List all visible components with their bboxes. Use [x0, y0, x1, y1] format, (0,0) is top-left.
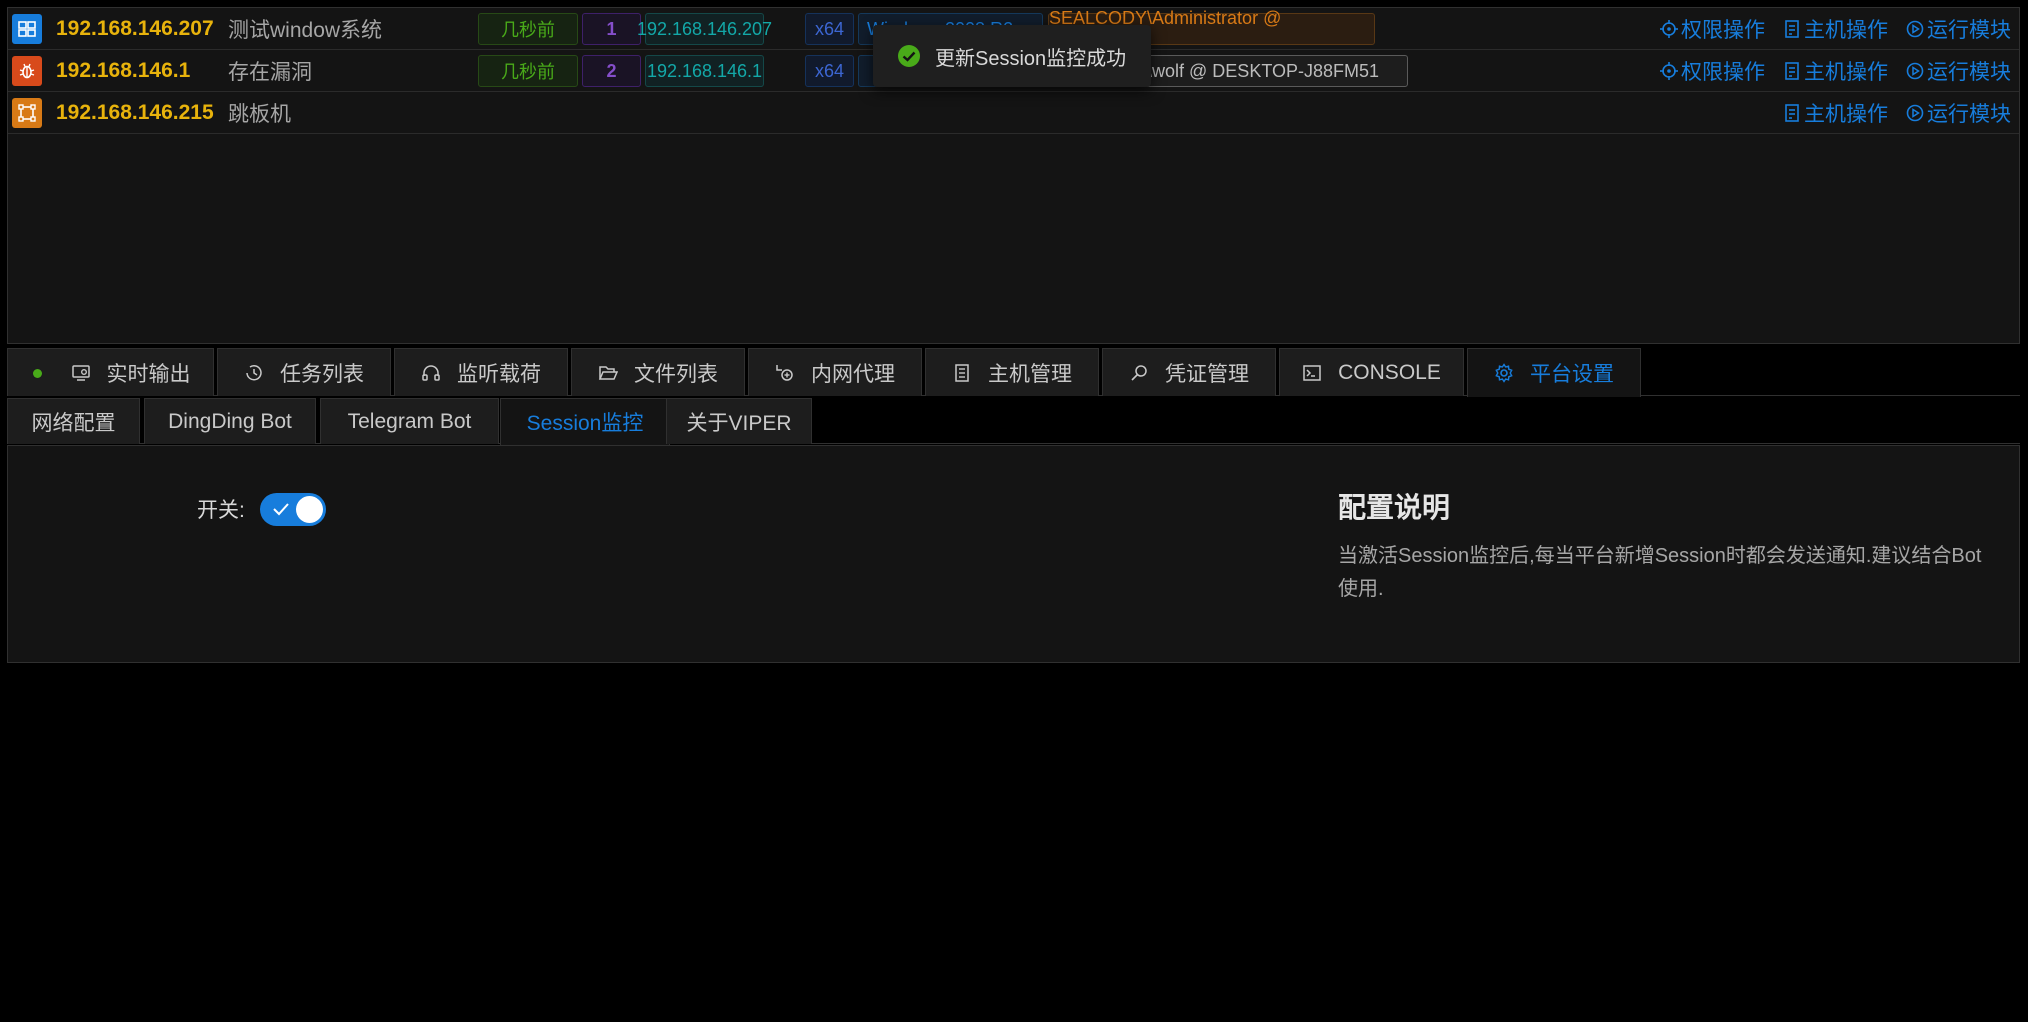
action-label: 权限操作 — [1681, 60, 1765, 84]
success-check-icon — [898, 45, 920, 67]
host-actions: 权限操作 主机操作 运行模块 — [1660, 14, 2011, 44]
run-module-button[interactable]: 运行模块 — [1906, 98, 2011, 128]
play-circle-icon — [1906, 20, 1924, 37]
host-action-button[interactable]: 主机操作 — [1783, 56, 1888, 86]
live-status-dot — [33, 369, 42, 378]
tab-host-management[interactable]: 主机管理 — [925, 348, 1099, 396]
session-monitor-panel: 开关: 配置说明 当激活Session监控后,每当平台新增Session时都会发… — [7, 445, 2020, 663]
bug-icon — [12, 56, 42, 86]
host-ip[interactable]: 192.168.146.215 — [56, 101, 214, 125]
play-circle-icon — [1906, 62, 1924, 79]
main-tabs: 实时输出 任务列表 监听载荷 文件列表 内网代理 主机管理 凭证管理 CONSO… — [7, 348, 2020, 397]
session-time-tag: 几秒前 — [478, 13, 578, 45]
tab-label: 平台设置 — [1530, 363, 1614, 386]
action-label: 主机操作 — [1804, 102, 1888, 126]
arch-tag: x64 — [805, 55, 854, 87]
tab-label: 监听载荷 — [457, 362, 541, 386]
subtab-about-viper[interactable]: 关于VIPER — [666, 398, 812, 444]
tab-label: 实时输出 — [106, 362, 191, 386]
gateway-icon — [12, 98, 42, 128]
toast-message: 更新Session监控成功 — [873, 25, 1151, 87]
subtab-network-config[interactable]: 网络配置 — [7, 398, 140, 444]
action-label: 主机操作 — [1804, 18, 1888, 42]
subtab-session-monitor[interactable]: Session监控 — [500, 398, 670, 445]
terminal-icon — [1303, 364, 1321, 381]
session-ip-tag: 192.168.146.1 — [645, 55, 764, 87]
history-icon — [246, 364, 262, 380]
switch-knob — [296, 496, 323, 523]
server-icon — [1785, 103, 1799, 122]
session-count-tag: 1 — [582, 13, 641, 45]
host-comment: 跳板机 — [228, 102, 291, 126]
tab-file-list[interactable]: 文件列表 — [571, 348, 745, 396]
tab-credential-management[interactable]: 凭证管理 — [1102, 348, 1276, 396]
crosshair-icon — [1660, 19, 1678, 38]
host-ip[interactable]: 192.168.146.1 — [56, 59, 190, 83]
host-comment: 存在漏洞 — [228, 60, 312, 84]
privilege-action-button[interactable]: 权限操作 — [1660, 56, 1765, 86]
action-label: 运行模块 — [1927, 102, 2011, 126]
host-actions: 权限操作 主机操作 运行模块 — [1660, 56, 2011, 86]
host-action-button[interactable]: 主机操作 — [1783, 98, 1888, 128]
tab-label: 任务列表 — [280, 362, 364, 386]
user-tag: 51\wolf @ DESKTOP-J88FM51 — [1120, 55, 1408, 87]
config-description-text: 当激活Session监控后,每当平台新增Session时都会发送通知.建议结合B… — [1338, 545, 1982, 600]
host-row[interactable]: 192.168.146.215 跳板机 主机操作 运行模块 — [8, 92, 2019, 134]
tab-label: CONSOLE — [1338, 360, 1441, 384]
host-actions: 主机操作 运行模块 — [1783, 98, 2011, 128]
arch-tag: x64 — [805, 13, 854, 45]
folder-open-icon — [598, 365, 618, 380]
switch-label: 开关: — [197, 499, 245, 522]
session-ip-tag: 192.168.146.207 — [637, 13, 772, 45]
session-time-tag: 几秒前 — [478, 55, 578, 87]
action-label: 运行模块 — [1927, 60, 2011, 84]
app-frame: 192.168.146.207 测试window系统 几秒前 1 192.168… — [0, 0, 2028, 1022]
session-count-tag: 2 — [582, 55, 641, 87]
action-label: 权限操作 — [1681, 18, 1765, 42]
privilege-action-button[interactable]: 权限操作 — [1660, 14, 1765, 44]
proxy-icon — [776, 364, 793, 381]
windows-icon — [12, 14, 42, 44]
run-module-button[interactable]: 运行模块 — [1906, 56, 2011, 86]
run-module-button[interactable]: 运行模块 — [1906, 14, 2011, 44]
server-icon — [1785, 19, 1799, 38]
toast-text: 更新Session监控成功 — [935, 47, 1127, 70]
session-monitor-switch[interactable] — [260, 493, 326, 526]
host-ip[interactable]: 192.168.146.207 — [56, 17, 214, 41]
tab-label: 凭证管理 — [1165, 362, 1249, 386]
play-circle-icon — [1906, 104, 1924, 121]
tab-label: 内网代理 — [811, 362, 895, 386]
tab-label: 文件列表 — [634, 362, 718, 386]
tab-realtime-output[interactable]: 实时输出 — [7, 348, 214, 396]
subtab-telegram-bot[interactable]: Telegram Bot — [320, 398, 499, 444]
subtab-dingding-bot[interactable]: DingDing Bot — [144, 398, 316, 444]
tab-task-list[interactable]: 任务列表 — [217, 348, 391, 396]
headphones-icon — [422, 364, 440, 381]
tab-listeners[interactable]: 监听载荷 — [394, 348, 568, 396]
server-icon — [1785, 61, 1799, 80]
action-label: 主机操作 — [1804, 60, 1888, 84]
gear-icon — [1495, 363, 1513, 383]
tab-platform-settings[interactable]: 平台设置 — [1467, 348, 1641, 397]
tab-intranet-proxy[interactable]: 内网代理 — [748, 348, 922, 396]
tab-label: 主机管理 — [988, 362, 1072, 386]
host-comment: 测试window系统 — [228, 18, 383, 42]
host-action-button[interactable]: 主机操作 — [1783, 14, 1888, 44]
crosshair-icon — [1660, 61, 1678, 80]
config-description-title: 配置说明 — [1338, 492, 1451, 523]
action-label: 运行模块 — [1927, 18, 2011, 42]
key-icon — [1131, 364, 1147, 381]
monitor-icon — [71, 364, 90, 381]
host-list-icon — [955, 363, 969, 382]
check-icon — [273, 503, 289, 516]
tab-console[interactable]: CONSOLE — [1279, 348, 1464, 396]
settings-subtabs: 网络配置 DingDing Bot Telegram Bot Session监控… — [7, 398, 2020, 445]
